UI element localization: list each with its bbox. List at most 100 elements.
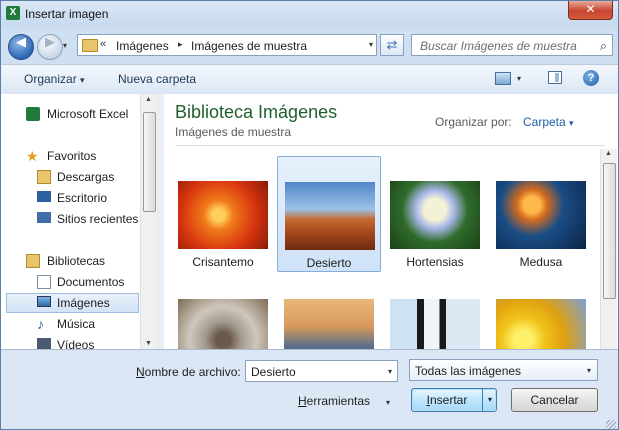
back-button[interactable]: ◀ xyxy=(8,34,34,60)
nav-item-label: Imágenes xyxy=(57,296,110,310)
videos-icon xyxy=(37,338,51,349)
nav-item-microsoft-excel[interactable]: Microsoft Excel xyxy=(1,104,139,124)
file-item-medusa[interactable]: Medusa xyxy=(489,156,593,272)
file-item-hortensias[interactable]: Hortensias xyxy=(383,156,487,272)
nav-item-videos[interactable]: Vídeos xyxy=(1,335,139,349)
view-options-dropdown-icon[interactable]: ▾ xyxy=(517,74,521,83)
insert-label-text: nsertar xyxy=(429,393,468,407)
chevron-down-icon: ▾ xyxy=(569,118,574,128)
nav-item-favorites[interactable]: ★ Favoritos xyxy=(1,146,139,166)
nav-item-libraries[interactable]: Bibliotecas xyxy=(1,251,139,271)
library-subtitle: Imágenes de muestra xyxy=(175,125,292,139)
filename-label: Nombre de archivo: xyxy=(136,365,241,379)
navigation-pane: Microsoft Excel ★ Favoritos Descargas Es… xyxy=(1,94,158,349)
koala-thumbnail xyxy=(178,299,268,349)
hortensias-thumbnail xyxy=(390,181,480,249)
nav-item-label: Vídeos xyxy=(57,338,95,349)
organize-label: Organizar xyxy=(24,72,77,86)
scroll-thumb[interactable] xyxy=(603,163,616,299)
breadcrumb-separator-icon[interactable]: ▸ xyxy=(178,39,183,50)
search-input[interactable]: Buscar Imágenes de muestra ⌕ xyxy=(411,34,613,56)
nav-item-documents[interactable]: Documentos xyxy=(1,272,139,292)
address-bar[interactable]: « Imágenes ▸ Imágenes de muestra ▾ xyxy=(77,34,377,56)
file-item-crisantemo[interactable]: Crisantemo xyxy=(171,156,275,272)
desktop-icon xyxy=(37,191,51,202)
crisantemo-thumbnail xyxy=(178,181,268,249)
excel-icon xyxy=(26,107,40,121)
breadcrumb-images[interactable]: Imágenes xyxy=(116,39,169,53)
file-item-faro[interactable] xyxy=(277,274,381,349)
file-list-pane: Biblioteca Imágenes Imágenes de muestra … xyxy=(164,94,618,349)
forward-button[interactable]: ▶ xyxy=(37,34,63,60)
file-type-value: Todas las imágenes xyxy=(415,364,522,378)
nav-item-label: Sitios recientes xyxy=(57,212,139,226)
content-scrollbar[interactable]: ▲ xyxy=(600,149,617,349)
music-note-icon: ♪ xyxy=(37,316,44,332)
nav-item-recent-places[interactable]: Sitios recientes xyxy=(1,209,139,229)
chevron-down-icon[interactable]: ▾ xyxy=(388,367,392,376)
title-bar[interactable]: X Insertar imagen ✕ xyxy=(1,1,618,27)
nav-item-music[interactable]: ♪ Música xyxy=(1,314,139,334)
nav-item-label: Bibliotecas xyxy=(47,254,106,268)
nav-item-label: Escritorio xyxy=(57,191,108,205)
file-item-desierto[interactable]: Desierto xyxy=(277,156,381,272)
address-dropdown-icon[interactable]: ▾ xyxy=(369,40,373,49)
downloads-folder-icon xyxy=(37,170,51,184)
arrange-by-dropdown[interactable]: Carpeta ▾ xyxy=(523,115,574,129)
arrange-by-label: Organizar por: xyxy=(435,115,512,129)
file-name: Desierto xyxy=(306,256,352,270)
nav-item-downloads[interactable]: Descargas xyxy=(1,167,139,187)
new-folder-button[interactable]: Nueva carpeta xyxy=(118,72,196,86)
tools-accesskey: H xyxy=(298,394,307,408)
excel-app-icon: X xyxy=(6,6,20,20)
cancel-button[interactable]: Cancelar xyxy=(511,388,598,412)
documents-icon xyxy=(37,275,51,289)
folder-icon xyxy=(82,39,98,52)
scroll-up-icon[interactable]: ▲ xyxy=(145,96,152,103)
recent-places-icon xyxy=(37,212,51,223)
pane-splitter[interactable] xyxy=(157,94,164,349)
tulipanes-thumbnail xyxy=(496,299,586,349)
insert-image-dialog: X Insertar imagen ✕ ◀ ▶ ▾ « Imágenes ▸ I… xyxy=(0,0,619,430)
preview-pane-icon[interactable] xyxy=(548,71,562,84)
scroll-down-icon[interactable]: ▼ xyxy=(145,340,152,347)
star-icon: ★ xyxy=(26,148,39,164)
refresh-button[interactable]: ⇄ xyxy=(380,34,404,56)
tools-dropdown-icon[interactable]: ▾ xyxy=(386,398,390,407)
close-button[interactable]: ✕ xyxy=(568,1,613,20)
library-title: Biblioteca Imágenes xyxy=(175,102,338,122)
divider xyxy=(175,145,605,146)
tools-button[interactable]: Herramientas xyxy=(298,394,370,408)
help-icon[interactable]: ? xyxy=(583,70,599,86)
search-icon[interactable]: ⌕ xyxy=(600,38,607,54)
file-type-select[interactable]: Todas las imágenes ▾ xyxy=(409,359,598,381)
file-item-pinguinos[interactable] xyxy=(383,274,487,349)
resize-grip-icon[interactable] xyxy=(606,420,616,429)
breadcrumb-sample-images[interactable]: Imágenes de muestra xyxy=(191,39,307,53)
nav-item-label: Favoritos xyxy=(47,149,97,163)
window-title: Insertar imagen xyxy=(25,7,109,21)
nav-item-images[interactable]: Imágenes xyxy=(6,293,139,313)
pictures-icon xyxy=(37,296,51,307)
filename-value: Desierto xyxy=(251,365,296,379)
filename-label-text: ombre de archivo: xyxy=(144,365,241,379)
breadcrumb-overflow[interactable]: « xyxy=(100,38,106,50)
nav-item-label: Descargas xyxy=(57,170,115,184)
nav-scrollbar[interactable]: ▲ ▼ xyxy=(140,94,157,349)
file-item-tulipanes[interactable] xyxy=(489,274,593,349)
filename-label-accesskey: N xyxy=(136,365,145,379)
insert-button[interactable]: Insertar ▾ xyxy=(411,388,497,412)
filename-field[interactable]: Desierto ▾ xyxy=(245,360,398,382)
chevron-down-icon: ▾ xyxy=(586,366,591,375)
file-name: Crisantemo xyxy=(192,255,254,269)
insert-options-dropdown-icon[interactable]: ▾ xyxy=(482,389,497,411)
nav-item-desktop[interactable]: Escritorio xyxy=(1,188,139,208)
file-item-koala[interactable] xyxy=(171,274,275,349)
change-view-icon[interactable] xyxy=(495,72,511,85)
organize-menu-button[interactable]: Organizar ▾ xyxy=(24,72,85,86)
history-dropdown-icon[interactable]: ▾ xyxy=(63,41,67,50)
medusa-thumbnail xyxy=(496,181,586,249)
scroll-up-icon[interactable]: ▲ xyxy=(605,150,612,157)
scroll-thumb[interactable] xyxy=(143,112,156,212)
file-name: Hortensias xyxy=(406,255,464,269)
